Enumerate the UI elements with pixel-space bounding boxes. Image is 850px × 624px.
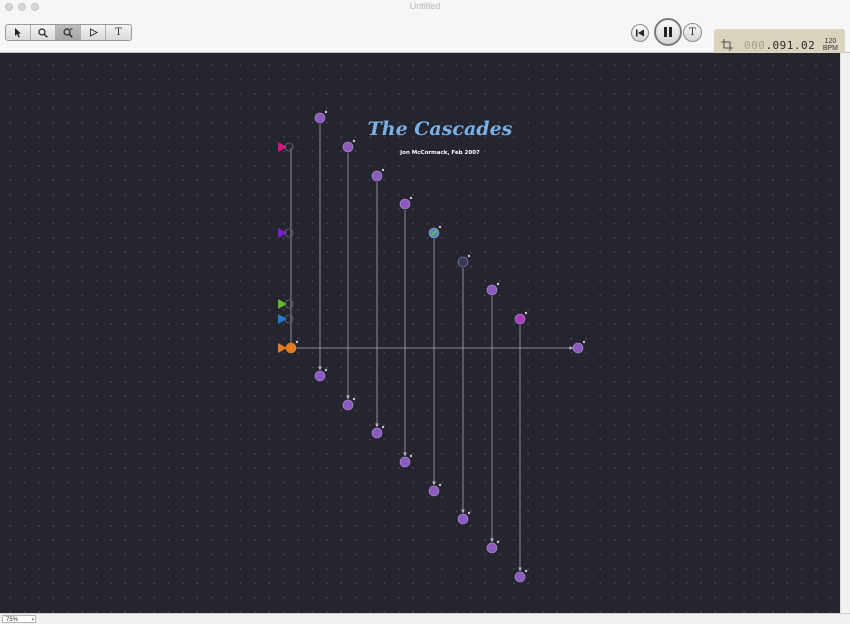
cell-top <box>457 254 471 268</box>
connections <box>290 124 574 572</box>
chevron-down-icon: ▾ <box>31 617 34 623</box>
pause-button[interactable] <box>654 18 682 46</box>
zoom-tool-button[interactable] <box>31 25 56 40</box>
cell-bottom <box>428 483 442 497</box>
crop-icon[interactable] <box>721 39 733 51</box>
cell-top <box>486 282 500 296</box>
counter-prefix: 000 <box>744 39 766 52</box>
cell-bottom <box>457 511 471 525</box>
cell-top <box>428 225 442 239</box>
select-tool-button[interactable] <box>6 25 31 40</box>
rewind-button[interactable] <box>631 24 649 42</box>
play-outline-icon <box>89 28 98 37</box>
cell-top <box>399 196 413 210</box>
cell-bottom <box>514 569 528 583</box>
cells <box>278 110 586 583</box>
canvas-title: The Cascades <box>368 118 513 140</box>
cell-tool-button[interactable] <box>56 25 81 40</box>
toolbar: T T 000.091.02 120 BPM <box>0 14 850 61</box>
generator-orange <box>278 340 299 354</box>
status-bar: 75% ▾ <box>0 613 850 624</box>
text-tool-button[interactable]: T <box>106 25 131 40</box>
magnifier-icon <box>38 27 48 38</box>
tool-palette: T <box>5 24 132 41</box>
tempo-button[interactable]: T <box>683 23 702 42</box>
cell-bottom <box>486 540 500 554</box>
beat-counter: 000.091.02 <box>744 39 815 52</box>
bpm-value: 120 <box>824 38 837 45</box>
cell-bottom <box>371 425 385 439</box>
cell-network[interactable]: The Cascades Jon McCormack, Feb 2007 <box>0 53 840 613</box>
generator-pink <box>278 142 294 152</box>
window-title: Untitled <box>409 1 441 11</box>
cell-top <box>514 311 528 325</box>
bpm-display: 120 BPM <box>823 38 838 52</box>
cell-magnifier-icon <box>63 27 73 38</box>
tempo-button-label: T <box>689 27 696 38</box>
vertical-scrollbar[interactable] <box>840 53 850 613</box>
cell-bottom <box>314 368 328 382</box>
rewind-icon <box>636 29 644 37</box>
counter-value: .091.02 <box>765 39 816 52</box>
arrow-pointer-icon <box>15 27 21 37</box>
canvas-subtitle: Jon McCormack, Feb 2007 <box>399 150 480 156</box>
cell-bottom <box>342 397 356 411</box>
cell-canvas[interactable]: The Cascades Jon McCormack, Feb 2007 <box>0 53 840 613</box>
cell-right <box>572 340 586 354</box>
zoom-select[interactable]: 75% ▾ <box>2 615 36 623</box>
text-tool-icon: T <box>115 27 122 38</box>
cell-top <box>314 110 328 124</box>
pause-icon <box>664 27 672 37</box>
cell-bottom <box>399 454 413 468</box>
bpm-label: BPM <box>822 45 838 52</box>
cell-top <box>342 139 356 153</box>
play-tool-button[interactable] <box>81 25 106 40</box>
title-bar: Untitled <box>0 0 850 14</box>
cell-top <box>371 168 385 182</box>
zoom-value: 75% <box>6 617 19 623</box>
